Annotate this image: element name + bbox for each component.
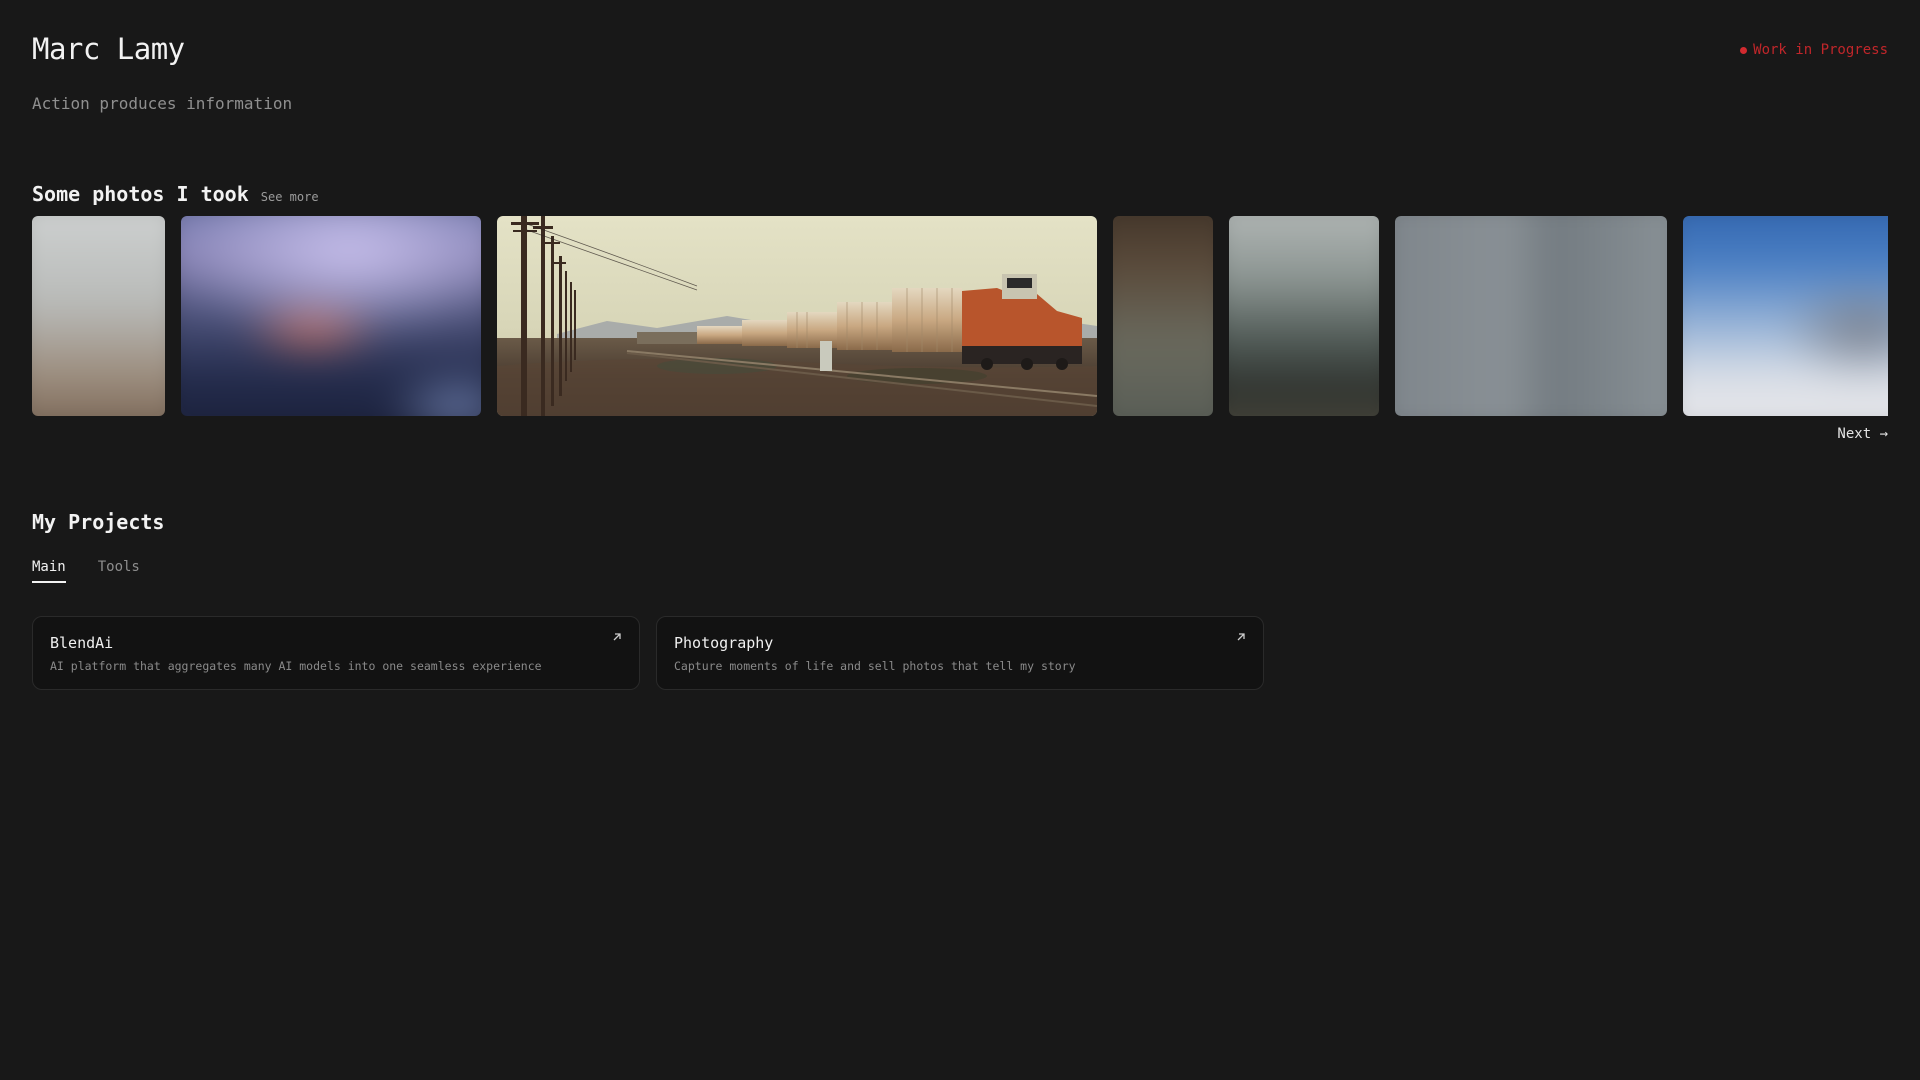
photos-section-header: Some photos I took See more [32, 182, 319, 206]
project-card-title: Photography [674, 634, 774, 652]
photo-train-desert[interactable] [497, 216, 1097, 416]
next-button[interactable]: Next → [1837, 426, 1888, 442]
project-card-photography[interactable]: Photography Capture moments of life and … [656, 616, 1264, 690]
site-title: Marc Lamy [32, 32, 185, 66]
project-card-description: Capture moments of life and sell photos … [674, 659, 1076, 673]
status-dot-icon [1740, 46, 1748, 54]
photos-section-title: Some photos I took [32, 182, 249, 206]
external-link-icon [1237, 633, 1245, 641]
project-tabs: Main Tools [32, 559, 140, 583]
tab-main[interactable]: Main [32, 559, 66, 583]
external-link-icon [613, 633, 621, 641]
photo-carousel[interactable] [32, 216, 1888, 416]
photo-blurred-6[interactable] [1395, 216, 1667, 416]
project-card-title: BlendAi [50, 634, 114, 652]
tagline: Action produces information [32, 94, 293, 113]
photo-blurred-2[interactable] [181, 216, 481, 416]
train-photo-image [497, 216, 1097, 416]
photo-blurred-1[interactable] [32, 216, 165, 416]
project-card-description: AI platform that aggregates many AI mode… [50, 659, 542, 673]
project-card-blendai[interactable]: BlendAi AI platform that aggregates many… [32, 616, 640, 690]
photo-blurred-4[interactable] [1113, 216, 1213, 416]
status-label: Work in Progress [1753, 42, 1888, 58]
projects-section-title: My Projects [32, 510, 165, 534]
tab-tools[interactable]: Tools [98, 559, 140, 583]
page: Marc Lamy Action produces information Wo… [0, 0, 1920, 1080]
photo-blurred-5[interactable] [1229, 216, 1379, 416]
photo-blurred-7[interactable] [1683, 216, 1888, 416]
see-more-link[interactable]: See more [261, 190, 319, 204]
status-badge: Work in Progress [1740, 42, 1888, 58]
